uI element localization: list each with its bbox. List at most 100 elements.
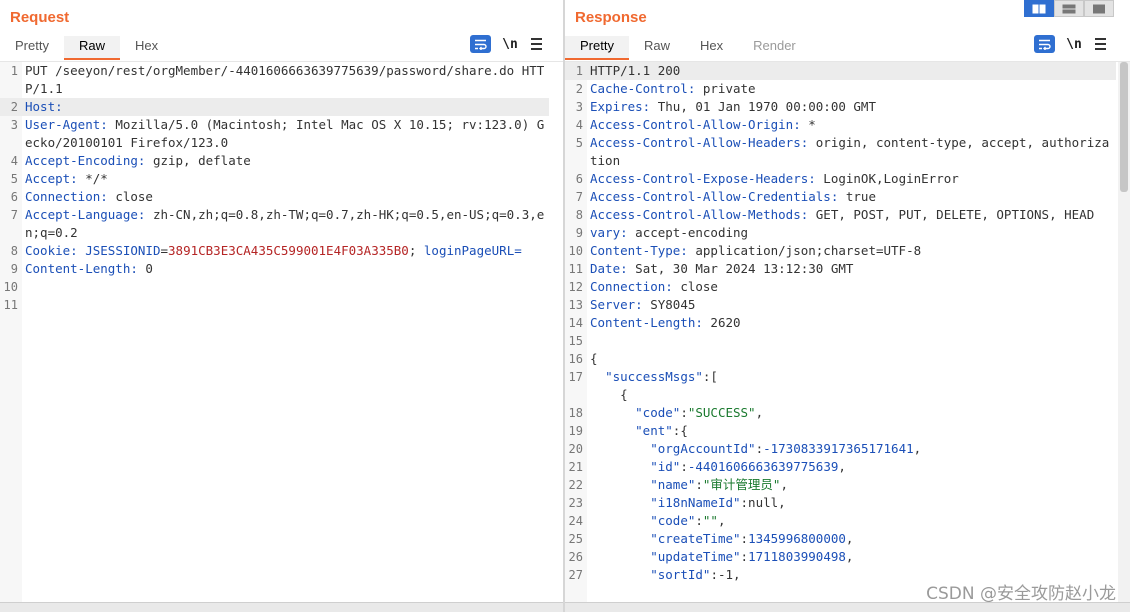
response-scrollbar[interactable] [1118,62,1130,602]
line-content: Access-Control-Expose-Headers: LoginOK,L… [587,170,1116,188]
line-number [565,386,587,404]
line-content: "code":"SUCCESS", [587,404,1116,422]
code-line: 14 Content-Length: 2620 [565,314,1116,332]
code-line: 22 "name":"审计管理员", [565,476,1116,494]
line-number: 27 [568,568,583,582]
code-token: HTTP/1.1 200 [590,63,681,78]
line-content: { [587,386,1116,404]
line-number: 10 [3,280,18,294]
request-bottom-bar [0,602,563,612]
code-token: "" [702,513,718,528]
code-token: "sortId" [650,567,711,582]
line-number: 1 [10,64,18,78]
code-token: Access-Control-Allow-Headers: [590,135,809,150]
response-lines: 1 HTTP/1.1 200 2 Cache-Control: private 3 Exp… [565,62,1116,584]
line-number: 25 [568,532,583,546]
code-token: Thu, 01 Jan 1970 00:00:00 GMT [650,99,876,114]
menu-icon[interactable] [1093,36,1109,52]
line-number: 14 [568,316,583,330]
line-number: 9 [10,262,18,276]
code-token: Server: [590,297,643,312]
code-token: , [755,405,764,420]
response-pane: Response Pretty Raw Hex Render \n 1 HTTP/… [565,0,1130,612]
code-token: GET, POST, PUT, DELETE, OPTIONS, HEAD [808,207,1095,222]
response-tabs: Pretty Raw Hex Render [565,36,811,60]
line-number: 5 [575,136,583,150]
line-content [587,332,1116,350]
code-token: : [695,477,703,492]
line-content: vary: accept-encoding [587,224,1116,242]
code-line: 13 Server: SY8045 [565,296,1116,314]
code-token: , [845,531,854,546]
code-line: 21 "id":-4401606663639775639, [565,458,1116,476]
newline-toggle-icon[interactable]: \n [501,37,519,52]
line-number: 2 [575,82,583,96]
code-line: 4 Accept-Encoding: gzip, deflate [0,152,549,170]
line-number: 3 [10,118,18,132]
code-token: Expires: [590,99,651,114]
tab-raw[interactable]: Raw [629,36,685,60]
code-token: : [755,441,764,456]
tab-hex[interactable]: Hex [120,36,173,60]
line-number: 4 [10,154,18,168]
code-token: Access-Control-Expose-Headers: [590,171,816,186]
code-token: Access-Control-Allow-Credentials: [590,189,839,204]
line-number: 24 [568,514,583,528]
tab-raw[interactable]: Raw [63,36,120,60]
line-number: 8 [575,208,583,222]
tab-pretty[interactable]: Pretty [0,36,64,60]
line-content: Content-Length: 0 [22,260,549,278]
code-token: Access-Control-Allow-Origin: [590,117,801,132]
code-token: "i18nNameId" [650,495,741,510]
line-content: Server: SY8045 [587,296,1116,314]
code-token: Content-Type: [590,243,688,258]
split-horizontal-icon[interactable] [1024,0,1054,17]
line-number: 10 [568,244,583,258]
code-line: 12 Connection: close [565,278,1116,296]
code-line: 26 "updateTime":1711803990498, [565,548,1116,566]
code-token: , [913,441,922,456]
code-token: "code" [635,405,681,420]
layout-toggles [1024,0,1114,17]
single-pane-icon[interactable] [1084,0,1114,17]
watermark: CSDN @安全攻防赵小龙 [926,584,1116,604]
line-content: Connection: close [22,188,549,206]
tab-pretty[interactable]: Pretty [565,36,629,60]
code-token: Accept-Encoding: [25,153,146,168]
wrap-lines-icon[interactable] [1034,35,1055,53]
code-token: Connection: [25,189,108,204]
line-number: 15 [568,334,583,348]
code-token: "updateTime" [650,549,741,564]
code-token: SY8045 [642,297,696,312]
split-vertical-icon[interactable] [1054,0,1084,17]
line-content: PUT /seeyon/rest/orgMember/-440160666363… [22,62,549,98]
response-editor[interactable]: 1 HTTP/1.1 200 2 Cache-Control: private 3 Exp… [565,61,1130,602]
newline-toggle-icon[interactable]: \n [1065,37,1083,52]
line-number: 6 [10,190,18,204]
line-content: Accept-Encoding: gzip, deflate [22,152,549,170]
line-content: "id":-4401606663639775639, [587,458,1116,476]
code-token: = [514,243,522,258]
code-line: 1 PUT /seeyon/rest/orgMember/-44016066636… [0,62,549,98]
request-editor[interactable]: 1 PUT /seeyon/rest/orgMember/-44016066636… [0,61,563,602]
code-line: 19 "ent":{ [565,422,1116,440]
tab-render[interactable]: Render [738,36,811,60]
code-token: = [160,243,169,258]
scrollbar-thumb[interactable] [1120,62,1128,192]
code-line: 5 Access-Control-Allow-Headers: origin, c… [565,134,1116,170]
code-token: "ent" [635,423,673,438]
code-token: -1730833917365171641 [763,441,914,456]
code-line: 18 "code":"SUCCESS", [565,404,1116,422]
menu-icon[interactable] [529,36,545,52]
line-content: Access-Control-Allow-Credentials: true [587,188,1116,206]
tab-hex[interactable]: Hex [685,36,738,60]
code-token: "successMsgs" [605,369,703,384]
line-content: { [587,350,1116,368]
wrap-lines-icon[interactable] [470,35,491,53]
code-line: 2 Host: [0,98,549,116]
code-token: , [845,549,854,564]
code-token: Accept: [25,171,78,186]
